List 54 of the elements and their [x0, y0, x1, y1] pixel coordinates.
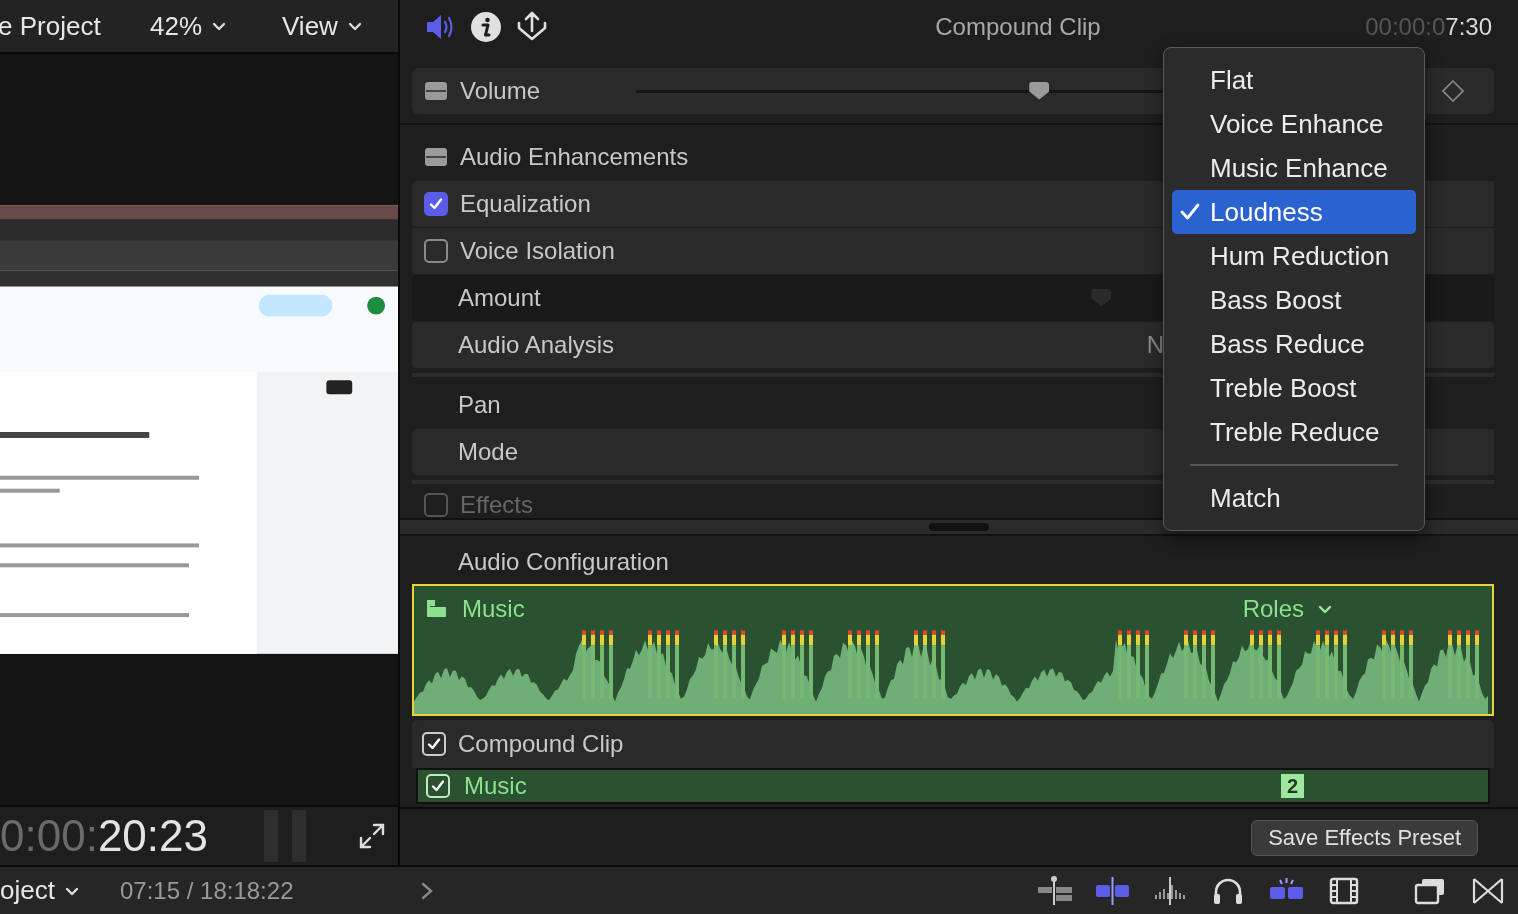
checkbox[interactable] — [424, 239, 448, 263]
duration-text: 07:15 / 18:18:22 — [120, 876, 295, 905]
menu-item[interactable]: Treble Reduce — [1172, 410, 1416, 454]
row-label: Mode — [458, 438, 519, 466]
row-label: Audio Analysis — [458, 331, 615, 359]
role-clip[interactable]: Music Roles — [412, 584, 1494, 716]
menu-item[interactable]: Match — [1172, 476, 1416, 520]
project-menu[interactable]: oject — [0, 875, 120, 906]
drag-handle[interactable] — [929, 523, 989, 531]
slider-thumb[interactable] — [1029, 81, 1050, 100]
section-title: Effects — [460, 491, 533, 518]
checkmark-icon — [1180, 202, 1200, 222]
section-title: Audio Configuration — [458, 548, 670, 577]
row-label: Equalization — [460, 190, 591, 218]
channel-badge: 2 — [1280, 774, 1304, 798]
chevron-icon — [347, 20, 362, 32]
audio-skimming-icon[interactable] — [1152, 874, 1188, 907]
menu-item[interactable]: Loudness — [1172, 190, 1416, 234]
roles-menu[interactable]: Roles — [1242, 595, 1332, 624]
chevron-icon — [1318, 603, 1332, 616]
clip-name: Music — [464, 772, 527, 800]
role-icon — [426, 599, 448, 620]
keyframe-icon[interactable] — [1442, 80, 1464, 102]
inspector-title: Compound Clip — [934, 13, 1102, 41]
row-label: Compound Clip — [458, 730, 624, 758]
chevron-right-icon[interactable] — [420, 880, 434, 901]
section-title: Pan — [458, 391, 501, 419]
row-value: N — [1146, 331, 1164, 359]
menu-item[interactable]: Bass Reduce — [1172, 322, 1416, 366]
skimming-icon[interactable] — [1094, 874, 1130, 907]
menu-item[interactable]: Bass Boost — [1172, 278, 1416, 322]
section-icon[interactable] — [424, 147, 448, 167]
row-label: Amount — [458, 284, 541, 312]
clip-appearance-icon[interactable] — [1036, 874, 1072, 907]
section-title: Audio Enhancements — [460, 143, 689, 171]
save-preset-button[interactable]: Save Effects Preset — [1251, 820, 1478, 856]
zoom-menu[interactable]: 42% — [150, 10, 282, 42]
view-menu[interactable]: View — [282, 10, 362, 42]
menu-item[interactable]: Voice Enhance — [1172, 102, 1416, 146]
row-label: Voice Isolation — [460, 237, 615, 265]
fullscreen-icon[interactable] — [358, 822, 386, 850]
menu-item[interactable]: Flat — [1172, 58, 1416, 102]
menu-item[interactable]: Treble Boost — [1172, 366, 1416, 410]
share-tab-icon[interactable] — [516, 11, 548, 43]
menu-item[interactable]: Music Enhance — [1172, 146, 1416, 190]
section-icon[interactable] — [424, 81, 448, 101]
timecode: 0:00:20:23 — [0, 811, 209, 861]
chevron-icon — [212, 20, 227, 32]
clip-name: Music — [462, 595, 525, 624]
menu-item[interactable]: Hum Reduction — [1172, 234, 1416, 278]
info-tab-icon[interactable] — [470, 11, 502, 43]
checkbox[interactable] — [424, 192, 448, 216]
row-label: Volume — [460, 77, 541, 105]
sub-clip[interactable]: Music 2 — [416, 768, 1490, 804]
